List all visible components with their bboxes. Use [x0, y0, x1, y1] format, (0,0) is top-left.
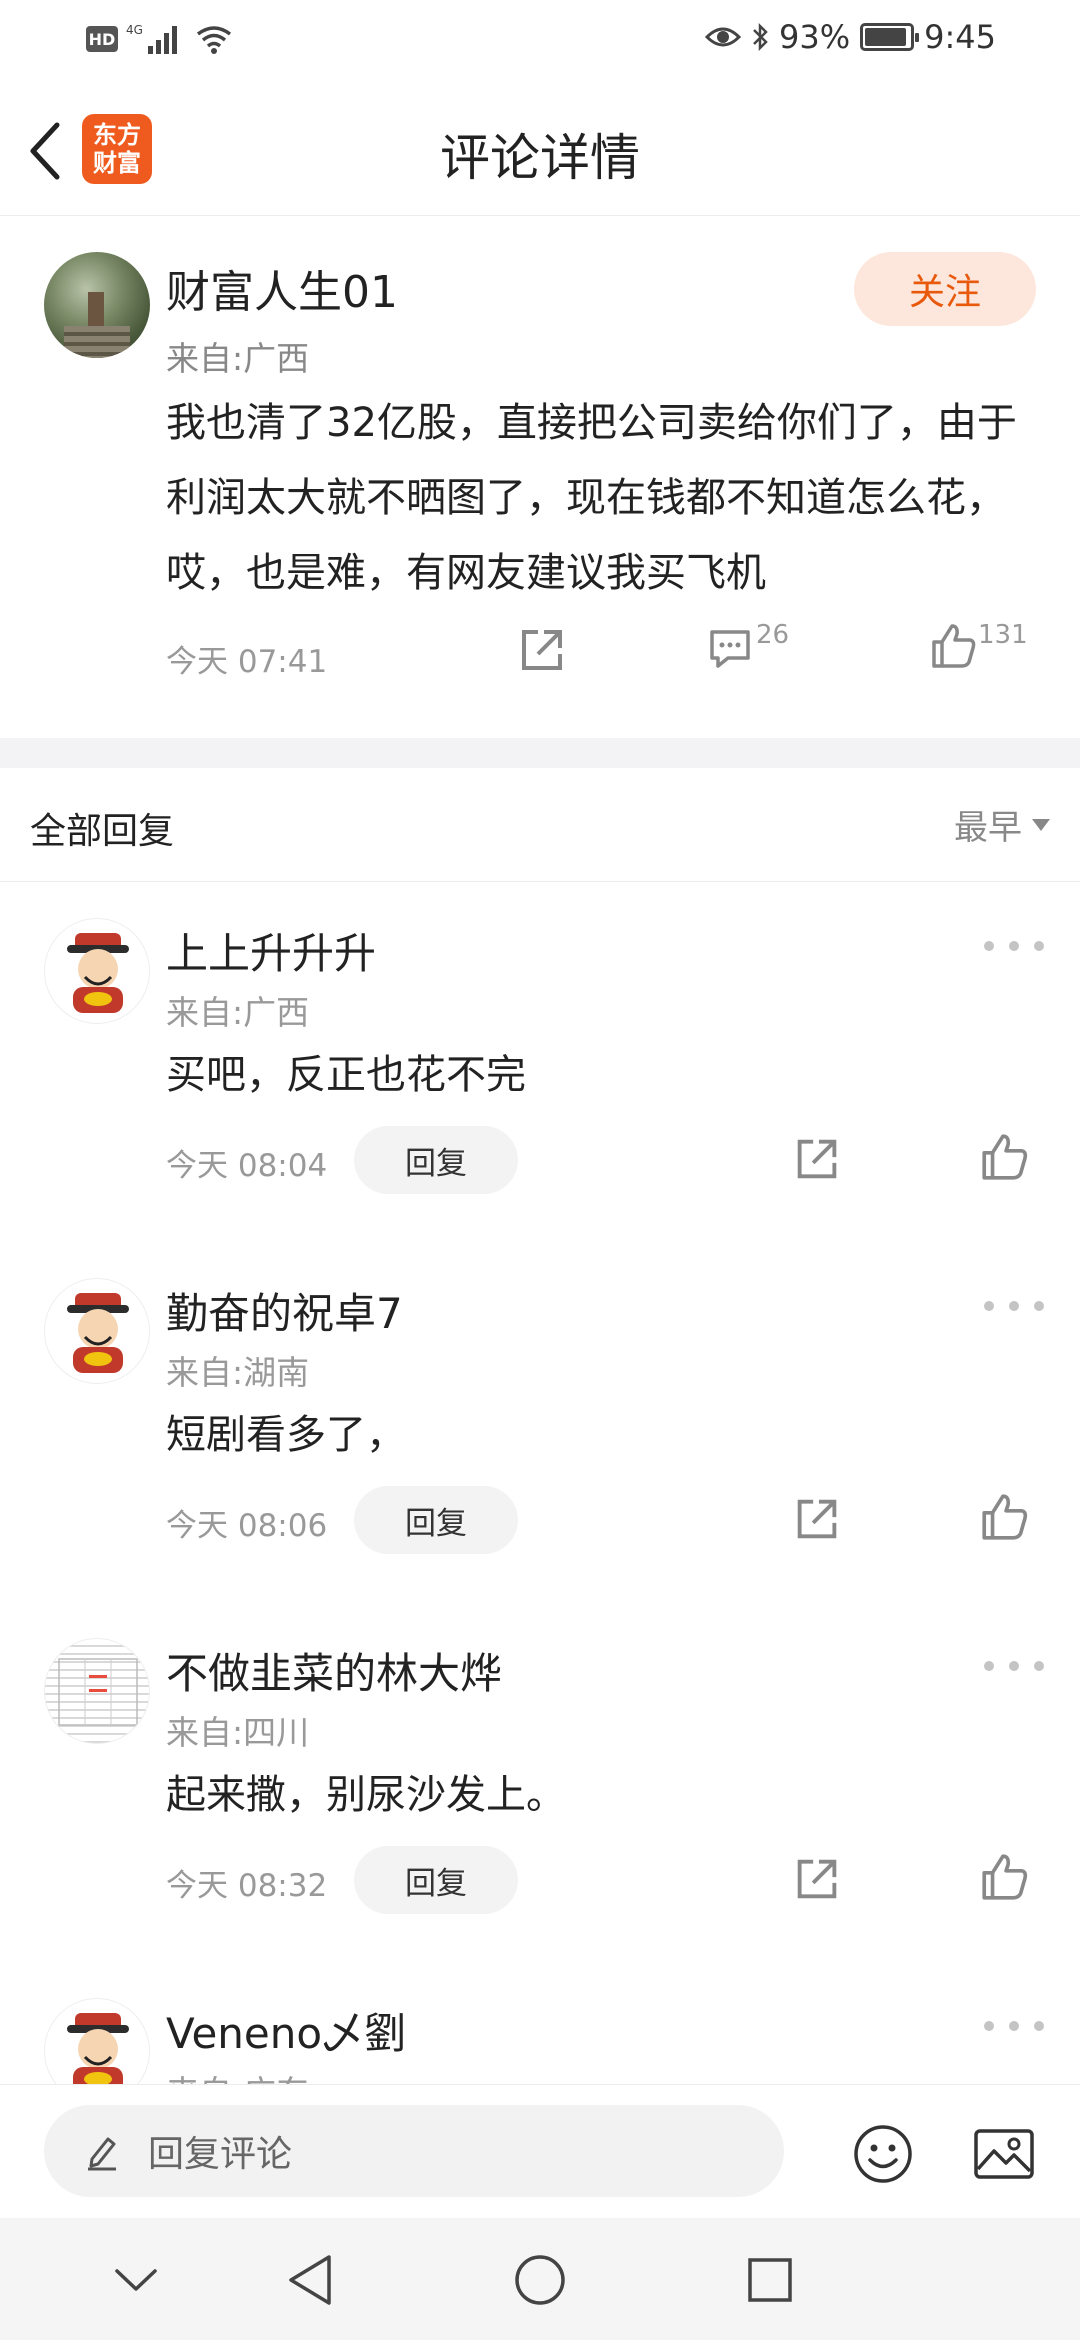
follow-button[interactable]: 关注	[854, 252, 1036, 326]
chevron-down-icon	[115, 2269, 157, 2291]
battery-icon	[860, 23, 920, 51]
reply-item: 不做韭菜的林大烨 来自:四川 起来撒，别尿沙发上。 今天 08:32 回复	[0, 1602, 1080, 1962]
cellular-signal-icon: 4G	[126, 23, 177, 54]
system-nav-bar	[0, 2218, 1080, 2340]
section-divider	[0, 738, 1080, 768]
reply-button[interactable]: 回复	[354, 1846, 518, 1914]
post-avatar[interactable]	[44, 252, 150, 358]
more-options-icon[interactable]	[984, 1298, 1044, 1314]
thumbs-up-icon[interactable]	[978, 1130, 1032, 1184]
nav-recents-button[interactable]	[742, 2252, 798, 2308]
sort-label: 最早	[954, 808, 1022, 848]
reply-username[interactable]: 不做韭菜的林大烨	[166, 1640, 502, 1701]
fortune-god-avatar-icon	[67, 933, 129, 1013]
reply-avatar[interactable]	[44, 1278, 150, 1384]
post-location: 来自:广西	[166, 339, 310, 378]
reply-location: 来自:广西	[166, 993, 310, 1032]
reply-avatar[interactable]	[44, 1998, 150, 2084]
reply-button[interactable]: 回复	[354, 1126, 518, 1194]
reply-input[interactable]: 回复评论	[44, 2105, 784, 2197]
hd-badge: HD	[86, 26, 118, 52]
thumbs-up-icon[interactable]	[928, 620, 980, 672]
reply-text: 起来撒，别尿沙发上。	[166, 1772, 566, 1818]
sort-dropdown[interactable]: 最早	[954, 800, 1050, 849]
reply-location: 来自:四川	[166, 1713, 310, 1752]
pencil-icon	[88, 2137, 116, 2171]
eye-icon	[705, 27, 742, 47]
more-options-icon[interactable]	[984, 2018, 1044, 2034]
square-recents-icon	[748, 2258, 792, 2302]
bluetooth-icon	[753, 22, 768, 52]
share-icon[interactable]	[790, 1852, 844, 1906]
status-bar: HD 4G 93% 9:45	[0, 0, 1080, 80]
avatar-photo-steps	[64, 326, 130, 358]
replies-header: 全部回复 最早	[0, 768, 1080, 882]
replies-title: 全部回复	[30, 811, 175, 852]
clock: 9:45	[924, 18, 996, 56]
fortune-god-avatar-icon	[67, 2013, 129, 2084]
circle-home-icon	[515, 2255, 565, 2305]
post-text: 我也清了32亿股，直接把公司卖给你们了，由于利润太大就不晒图了，现在钱都不知道怎…	[166, 400, 1017, 596]
reply-text: 买吧，反正也花不完	[166, 1052, 526, 1098]
network-type-label: 4G	[126, 23, 143, 37]
reply-username[interactable]: 上上升升升	[166, 920, 376, 981]
emoji-icon[interactable]	[852, 2123, 914, 2185]
reply-input-bar: 回复评论	[0, 2084, 1080, 2218]
reply-item: Veneno乄劉 来自:广东	[0, 1962, 1080, 2084]
reply-time: 今天 08:04	[166, 1148, 328, 1184]
reply-location: 来自:广东	[166, 2066, 309, 2084]
status-right: 93% 9:45	[705, 18, 996, 56]
reply-username[interactable]: 勤奋的祝卓7	[166, 1280, 403, 1341]
status-left: HD 4G	[86, 22, 234, 56]
reply-avatar[interactable]	[44, 918, 150, 1024]
spreadsheet-avatar-icon	[58, 1658, 138, 1726]
nav-back-button[interactable]	[282, 2252, 338, 2308]
reply-text: 短剧看多了，	[166, 1412, 406, 1458]
reply-item: 上上升升升 来自:广西 买吧，反正也花不完 今天 08:04 回复	[0, 882, 1080, 1242]
comment-icon[interactable]	[706, 624, 754, 672]
post-time: 今天 07:41	[166, 644, 328, 680]
share-icon[interactable]	[790, 1132, 844, 1186]
nav-header: 东方 财富 评论详情	[0, 80, 1080, 216]
comment-count: 26	[756, 620, 790, 650]
main-post: 财富人生01 来自:广西 关注 我也清了32亿股，直接把公司卖给你们了，由于利润…	[0, 216, 1080, 738]
nav-collapse-button[interactable]	[108, 2252, 164, 2308]
reply-avatar[interactable]	[44, 1638, 150, 1744]
nav-home-button[interactable]	[512, 2252, 568, 2308]
reply-time: 今天 08:06	[166, 1508, 328, 1544]
wifi-icon	[196, 26, 232, 54]
reply-input-placeholder: 回复评论	[148, 2134, 293, 2175]
share-icon[interactable]	[790, 1492, 844, 1546]
battery-percent: 93%	[779, 18, 851, 56]
reply-button[interactable]: 回复	[354, 1486, 518, 1554]
battery-fill	[865, 28, 907, 46]
reply-time: 今天 08:32	[166, 1868, 328, 1904]
image-icon[interactable]	[972, 2125, 1036, 2183]
share-icon[interactable]	[514, 622, 570, 678]
reply-location: 来自:湖南	[166, 1353, 310, 1392]
like-count: 131	[978, 620, 1028, 650]
page-title: 评论详情	[440, 129, 640, 187]
triangle-back-icon	[289, 2255, 331, 2305]
reply-item: 勤奋的祝卓7 来自:湖南 短剧看多了， 今天 08:06 回复	[0, 1242, 1080, 1602]
more-options-icon[interactable]	[984, 1658, 1044, 1674]
post-username[interactable]: 财富人生01	[166, 256, 398, 320]
thumbs-up-icon[interactable]	[978, 1850, 1032, 1904]
fortune-god-avatar-icon	[67, 1293, 129, 1373]
thumbs-up-icon[interactable]	[978, 1490, 1032, 1544]
reply-username[interactable]: Veneno乄劉	[166, 2000, 406, 2061]
caret-down-icon	[1032, 818, 1050, 831]
more-options-icon[interactable]	[984, 938, 1044, 954]
